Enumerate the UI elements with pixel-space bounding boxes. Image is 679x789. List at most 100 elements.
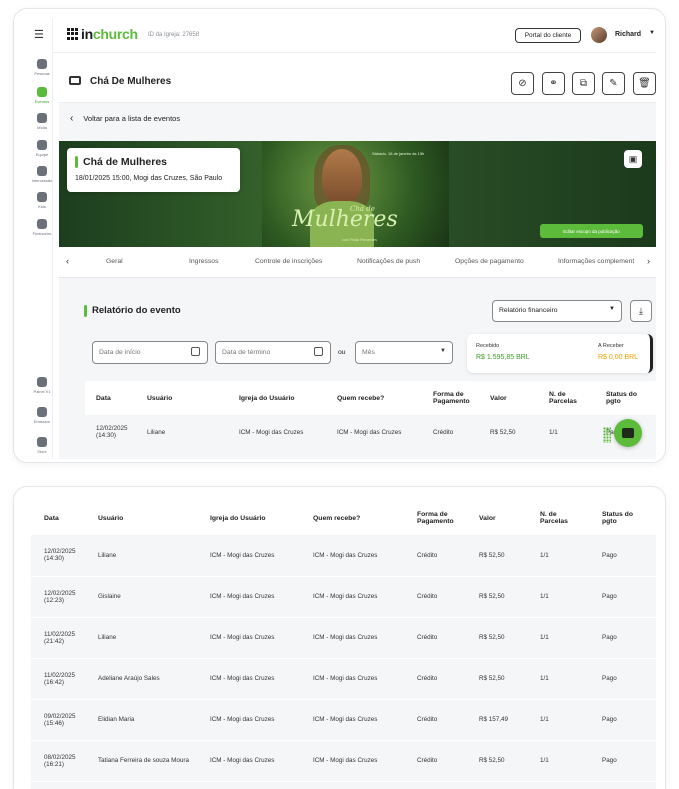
- col-parcelas-line2: Parcelas: [549, 398, 577, 405]
- col-usuario: Usuário: [147, 394, 173, 402]
- ticket-icon: [69, 76, 81, 85]
- pending-value: R$ 0,00 BRL: [598, 354, 639, 361]
- client-portal-button[interactable]: Portal do cliente: [515, 28, 581, 43]
- chevron-down-icon[interactable]: ▼: [649, 30, 655, 36]
- row-installments: 1/1: [549, 428, 558, 436]
- table-row[interactable]: 12/02/2025 (14:30) Liliane ICM - Mogi das…: [31, 535, 656, 576]
- download-icon: ⤓: [639, 305, 643, 316]
- kids-icon: [37, 192, 47, 202]
- bag-icon: [37, 437, 47, 447]
- col-forma-line2: Pagamento: [433, 398, 470, 405]
- row-date: 12/02/2025: [44, 548, 76, 556]
- row-method: Crédito: [417, 634, 438, 641]
- logo-mark-icon: [67, 28, 79, 40]
- col-forma: Forma de Pagamento: [433, 381, 490, 415]
- tab-informacoes-complementares[interactable]: Informações complement: [558, 258, 646, 265]
- totals-card: Recebido R$ 1.595,85 BRL A Receber R$ 0,…: [467, 334, 653, 373]
- tab-notificacoes-push[interactable]: Notificações de push: [357, 258, 420, 265]
- row-date: 12/02/2025: [96, 425, 128, 432]
- chat-button[interactable]: [614, 419, 642, 447]
- sidebar-item-kids[interactable]: Kids: [31, 192, 53, 209]
- row-status: Pago: [602, 716, 617, 723]
- or-label: ou: [338, 349, 346, 356]
- row-installments: 1/1: [540, 757, 549, 764]
- start-date-input[interactable]: Data de início: [92, 341, 208, 364]
- copy-link-button[interactable]: ⚭: [542, 72, 565, 95]
- row-receiver: ICM - Mogi das Cruzes: [313, 757, 378, 764]
- page-title: Chá De Mulheres: [90, 76, 172, 87]
- banner-subtitle: com Pricila Fernandes: [342, 238, 377, 242]
- delete-button[interactable]: 🗑: [633, 72, 656, 95]
- report-type-select[interactable]: Relatório financeiro ▼: [492, 300, 622, 322]
- drag-handle-icon[interactable]: [603, 427, 611, 443]
- col-usuario: Usuário: [98, 514, 124, 522]
- row-church: ICM - Mogi das Cruzes: [210, 634, 275, 641]
- logo-text-main: in: [81, 26, 93, 42]
- sidebar-item-midia[interactable]: Mídia: [31, 113, 53, 130]
- row-value: R$ 52,50: [479, 593, 505, 600]
- row-value: R$ 52,50: [479, 675, 505, 682]
- sidebar-item-label: Mídia: [37, 125, 47, 130]
- table-row[interactable]: 12/02/2025 (12:23) Gislaine ICM - Mogi da…: [31, 576, 656, 617]
- tab-controle-inscricoes[interactable]: Controle de inscrições: [255, 258, 322, 265]
- col-status-line2: pgto: [602, 518, 617, 525]
- sidebar-item-equipe[interactable]: Equipe: [31, 140, 53, 157]
- duplicate-button[interactable]: ⧉: [572, 72, 595, 95]
- end-date-input[interactable]: Data de término: [215, 341, 331, 364]
- row-date: 12/02/2025: [44, 589, 76, 597]
- received-label: Recebido: [476, 343, 500, 349]
- chevron-left-icon: ‹: [70, 113, 74, 124]
- logo-text-accent: church: [92, 26, 138, 42]
- col-forma-line1: Forma de: [433, 391, 464, 398]
- tab-geral[interactable]: Geral: [106, 258, 123, 265]
- col-parcelas: N. de Parcelas: [540, 501, 602, 535]
- row-status: Pago: [602, 593, 617, 600]
- chevron-right-icon[interactable]: ›: [647, 256, 650, 266]
- edit-cover-button[interactable]: Editar escopo da publicação: [540, 224, 643, 238]
- row-user: Tatiana Ferreira de souza Moura: [98, 757, 190, 764]
- sidebar-item-intercessao[interactable]: Intercessão: [31, 166, 53, 183]
- chat-icon: [622, 428, 634, 438]
- top-bar: inchurch ID da Igreja: 27658 Portal do c…: [31, 19, 656, 53]
- table-row[interactable]: 08/02/2025 (16:21) Tatiana Ferreira de so…: [31, 740, 656, 781]
- sidebar-item-financeiro[interactable]: Financeiro: [31, 219, 53, 236]
- row-church: ICM - Mogi das Cruzes: [239, 428, 304, 436]
- avatar[interactable]: [591, 27, 607, 43]
- report-type-value: Relatório financeiro: [499, 307, 558, 314]
- tab-ingressos[interactable]: Ingressos: [189, 258, 218, 265]
- tab-opcoes-pagamento[interactable]: Opções de pagamento: [455, 258, 524, 265]
- user-name[interactable]: Richard: [615, 31, 641, 38]
- edit-button[interactable]: ✎: [602, 72, 625, 95]
- sidebar-item-emission[interactable]: Emission: [31, 407, 53, 424]
- pencil-icon: ✎: [609, 78, 618, 89]
- download-button[interactable]: ⤓: [630, 300, 652, 322]
- sidebar-item-pessoas[interactable]: Pessoas: [31, 59, 53, 76]
- banner-script: Mulheres: [292, 207, 398, 232]
- church-id: ID da Igreja: 27658: [148, 32, 200, 38]
- row-user: Gislaine: [98, 593, 121, 600]
- sidebar-item-eventos[interactable]: Eventos: [31, 87, 53, 104]
- table-row[interactable]: 11/02/2025 (16:42) Adeliane Araújo Sales …: [31, 658, 656, 699]
- month-select[interactable]: Mês ▼: [355, 341, 453, 364]
- table-row[interactable]: 11/02/2025 (21:42) Liliane ICM - Mogi das…: [31, 617, 656, 658]
- col-forma-line2: Pagamento: [417, 518, 454, 525]
- table-row[interactable]: 09/02/2025 (15:46) Elidian Maria ICM - Mo…: [31, 699, 656, 740]
- inchurch-logo[interactable]: inchurch: [67, 26, 138, 42]
- table-row[interactable]: 12/02/2025 (14:30) Liliane ICM - Mogi das…: [85, 415, 656, 449]
- cancel-event-button[interactable]: ⊘: [511, 72, 534, 95]
- sidebar-item-label: Painel V1: [33, 389, 51, 394]
- image-gallery-icon[interactable]: ▣: [624, 150, 642, 168]
- row-installments: 1/1: [540, 716, 549, 723]
- hamburger-menu-icon[interactable]: ☰: [34, 28, 44, 41]
- row-time: (15:46): [44, 719, 64, 727]
- sidebar-item-painel[interactable]: Painel V1: [31, 377, 53, 394]
- col-valor: Valor: [490, 394, 507, 402]
- sidebar-item-label: Intercessão: [31, 178, 53, 183]
- sidebar-item-store[interactable]: Store: [31, 437, 53, 454]
- sidebar-item-label: Kids: [38, 204, 46, 209]
- end-date-placeholder: Data de término: [222, 349, 271, 356]
- back-link[interactable]: ‹ Voltar para a lista de eventos: [70, 113, 180, 124]
- video-icon: [37, 113, 47, 123]
- chevron-left-icon[interactable]: ‹: [66, 256, 69, 266]
- row-installments: 1/1: [540, 551, 549, 559]
